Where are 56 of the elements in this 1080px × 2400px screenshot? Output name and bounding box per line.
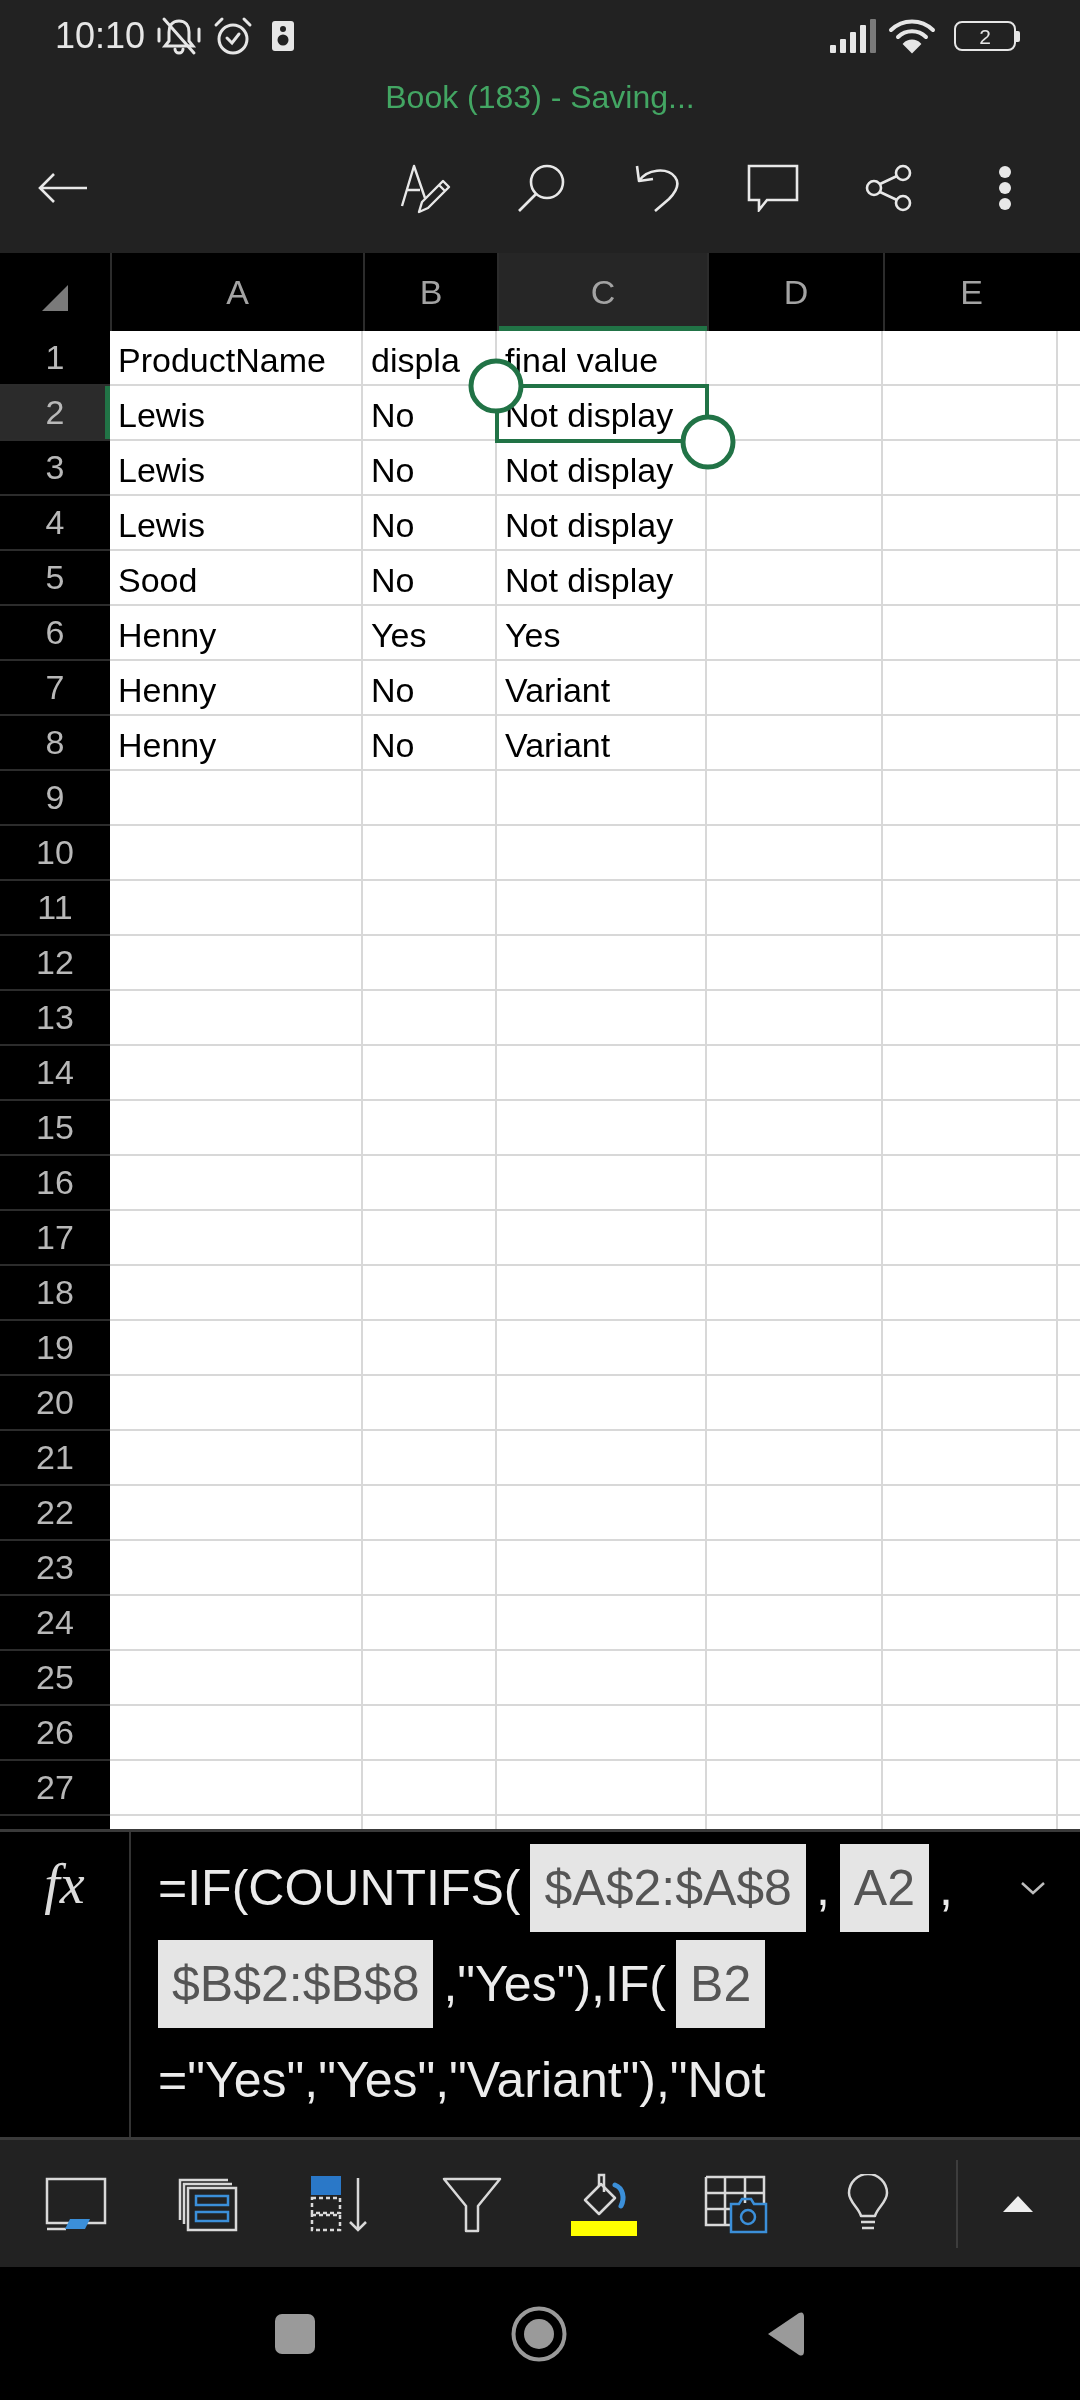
back-icon[interactable] [766, 2310, 804, 2357]
back-arrow-icon[interactable] [38, 171, 88, 204]
cell-reference: B2 [676, 1940, 766, 2028]
row-header[interactable]: 2 [0, 386, 110, 441]
screen-icon[interactable] [44, 2175, 108, 2232]
formula-text: ,"Yes"),IF( [443, 1956, 667, 2012]
signal-icon [830, 19, 876, 53]
table-cell-text: Lewis [117, 504, 206, 546]
share-icon[interactable] [865, 163, 913, 212]
table-cell-text: Variant [504, 669, 612, 711]
formula-text: =IF(COUNTIFS( [158, 1860, 521, 1916]
formula-text: , [815, 1860, 830, 1916]
status-time: 10:10 [55, 18, 146, 54]
home-icon[interactable] [511, 2305, 567, 2362]
selection-handle[interactable] [680, 414, 736, 470]
table-cell-text: Yes [504, 614, 562, 656]
table-cell-text: displa [370, 339, 461, 381]
table-cell-text: Not display [504, 559, 675, 601]
search-icon[interactable] [516, 162, 566, 213]
table-cell-text: No [370, 559, 416, 601]
recent-apps-icon[interactable] [275, 2313, 315, 2354]
table-camera-icon[interactable] [703, 2173, 769, 2234]
table-cell-text: No [370, 394, 416, 436]
bell-slash-icon [156, 16, 203, 56]
select-all-icon[interactable] [42, 285, 68, 311]
wifi-icon [888, 17, 936, 55]
caret-up-icon[interactable] [1003, 2195, 1033, 2212]
table-cell-text: No [370, 724, 416, 766]
table-cell-text: Henny [117, 724, 218, 766]
table-cell-text: No [370, 449, 416, 491]
chevron-down-icon[interactable] [1020, 1881, 1046, 1895]
document-title: Book (183) - Saving... [385, 81, 695, 113]
speaker-icon [272, 21, 295, 51]
table-cell-text: ProductName [117, 339, 327, 381]
formula-text: ="Yes","Yes","Variant"),"Not [158, 2052, 766, 2108]
table-cell-text: Henny [117, 614, 218, 656]
formula-text: , [939, 1860, 953, 1916]
table-cell-text: No [370, 504, 416, 546]
table-cell-text: Henny [117, 669, 218, 711]
cell-reference: A2 [839, 1844, 929, 1932]
table-cell-text: Not display [504, 449, 675, 491]
battery-indicator: 2 [954, 21, 1020, 51]
more-icon[interactable] [998, 164, 1012, 211]
cell-reference: $B$2:$B$8 [158, 1940, 434, 2028]
table-cell-text: No [370, 669, 416, 711]
cell-reference: $A$2:$A$8 [530, 1844, 806, 1932]
column-header[interactable]: C [497, 253, 707, 331]
alarm-clock-icon [213, 16, 254, 56]
table-cell-text: Variant [504, 724, 612, 766]
table-cell-text: Not display [504, 504, 675, 546]
table-cell-text: Yes [370, 614, 428, 656]
table-cell-text: Lewis [117, 449, 206, 491]
paint-bucket-icon[interactable] [571, 2171, 637, 2236]
comment-icon[interactable] [747, 163, 799, 212]
table-cell-text: Sood [117, 559, 199, 601]
table-cell-text: Lewis [117, 394, 206, 436]
